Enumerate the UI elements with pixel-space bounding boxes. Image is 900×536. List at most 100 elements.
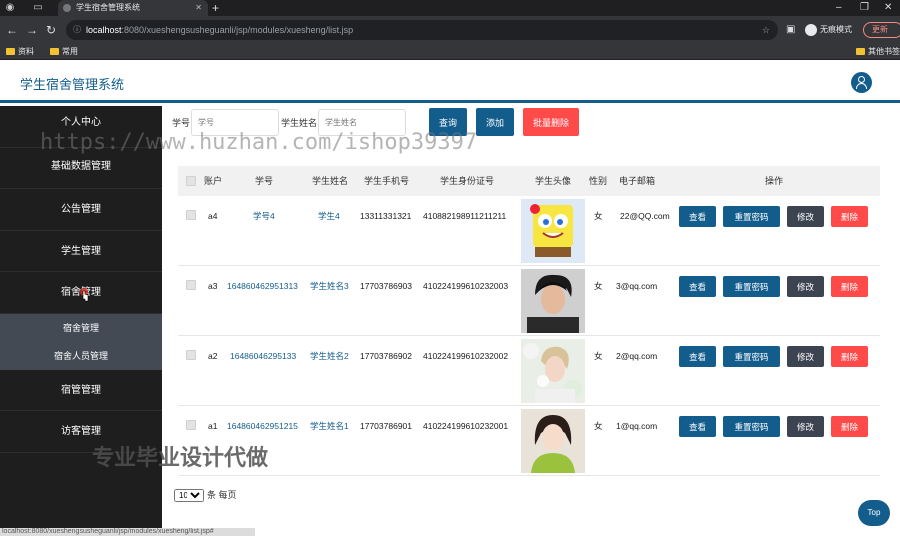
- close-window-icon[interactable]: ✕: [884, 0, 892, 16]
- sidebar-item-students[interactable]: 学生管理: [0, 231, 162, 272]
- watermark-url: https://www.huzhan.com/ishop39397: [40, 130, 478, 155]
- app-title: 学生宿舍管理系统: [20, 77, 125, 92]
- view-button[interactable]: 查看: [679, 346, 716, 367]
- cell-gender: 女: [594, 351, 603, 361]
- delete-button[interactable]: 删除: [831, 276, 868, 297]
- select-all-checkbox[interactable]: [186, 176, 196, 186]
- sidebar-item-announcements[interactable]: 公告管理: [0, 189, 162, 231]
- reload-icon[interactable]: ↻: [46, 23, 56, 37]
- reset-password-button[interactable]: 重置密码: [723, 416, 780, 437]
- cell-phone: 13311331321: [360, 211, 412, 221]
- tab-favicon-icon: [63, 4, 71, 12]
- new-tab-icon[interactable]: +: [212, 0, 219, 16]
- table-row: a2 16486046295133 学生姓名2 17703786902 4102…: [178, 336, 880, 406]
- reset-password-button[interactable]: 重置密码: [723, 346, 780, 367]
- folder-icon: [856, 48, 865, 56]
- bookmark-folder-1[interactable]: 资料: [6, 44, 34, 60]
- address-bar[interactable]: ⓘ localhost:8080/xueshengsusheguanli/jsp…: [66, 20, 778, 40]
- hand-cursor-icon: [80, 288, 89, 302]
- cell-student-id: 164860462951313: [227, 281, 298, 291]
- table-row: a3 164860462951313 学生姓名3 17703786903 410…: [178, 266, 880, 336]
- cell-gender: 女: [594, 421, 603, 431]
- edit-button[interactable]: 修改: [787, 276, 824, 297]
- browser-toolbar: ← → ↻ ⓘ localhost:8080/xueshengsusheguan…: [0, 16, 900, 44]
- delete-button[interactable]: 删除: [831, 206, 868, 227]
- header-email: 电子邮箱: [619, 176, 656, 186]
- row-checkbox[interactable]: [186, 350, 196, 360]
- minimize-icon[interactable]: –: [836, 0, 842, 16]
- tab-close-icon[interactable]: ✕: [195, 0, 202, 16]
- table-row: a4 学号4 学生4 13311331321 41088219891121121…: [178, 196, 880, 266]
- student-table: 账户 学号 学生姓名 学生手机号 学生身份证号 学生头像 性别 电子邮箱 操作 …: [178, 166, 880, 476]
- add-button[interactable]: 添加: [476, 108, 514, 136]
- cell-email: 22@QQ.com: [620, 211, 670, 221]
- delete-button[interactable]: 删除: [831, 416, 868, 437]
- other-bookmarks[interactable]: 其他书签: [856, 44, 900, 60]
- back-icon[interactable]: ←: [6, 23, 18, 37]
- header-actions: 操作: [765, 176, 784, 186]
- reset-password-button[interactable]: 重置密码: [723, 206, 780, 227]
- bookmark-folder-2[interactable]: 常用: [50, 44, 78, 60]
- maximize-icon[interactable]: ❐: [860, 0, 869, 16]
- reset-password-button[interactable]: 重置密码: [723, 276, 780, 297]
- bookmark-star-icon[interactable]: ☆: [762, 20, 770, 40]
- student-avatar-image: [521, 409, 585, 473]
- view-button[interactable]: 查看: [679, 416, 716, 437]
- table-row: a1 164860462951215 学生姓名1 17703786901 410…: [178, 406, 880, 476]
- tab-search-icon[interactable]: ▭: [32, 2, 44, 14]
- student-avatar-image: [521, 339, 585, 403]
- submenu-item-dormitory[interactable]: 宿舍管理: [0, 314, 162, 342]
- header-id-card: 学生身份证号: [440, 176, 495, 186]
- edit-button[interactable]: 修改: [787, 206, 824, 227]
- edit-button[interactable]: 修改: [787, 346, 824, 367]
- row-checkbox[interactable]: [186, 280, 196, 290]
- student-avatar-image: [521, 199, 585, 263]
- table-header: 账户 学号 学生姓名 学生手机号 学生身份证号 学生头像 性别 电子邮箱 操作: [178, 166, 880, 196]
- browser-tab[interactable]: 学生宿舍管理系统 ✕: [58, 0, 208, 16]
- cell-name: 学生姓名1: [310, 421, 349, 431]
- cell-email: 1@qq.com: [616, 421, 658, 431]
- view-button[interactable]: 查看: [679, 206, 716, 227]
- student-avatar-image: [521, 269, 585, 333]
- browser-menu-icon[interactable]: ◉: [4, 2, 16, 14]
- header-avatar: 学生头像: [535, 176, 572, 186]
- folder-icon: [50, 48, 59, 56]
- cell-phone: 17703786903: [360, 281, 413, 291]
- user-avatar-icon[interactable]: [851, 72, 872, 93]
- cell-name: 学生姓名2: [310, 351, 349, 361]
- submenu-item-dorm-members[interactable]: 宿舍人员管理: [0, 342, 162, 370]
- edit-button[interactable]: 修改: [787, 416, 824, 437]
- page-size-select[interactable]: 10: [174, 489, 204, 502]
- row-checkbox[interactable]: [186, 210, 196, 220]
- cell-student-id: 学号4: [253, 211, 275, 221]
- forward-icon[interactable]: →: [26, 23, 38, 37]
- header-student-id: 学号: [255, 176, 274, 186]
- sidebar-panel-icon[interactable]: ▣: [786, 23, 795, 37]
- student-id-label: 学号: [172, 118, 191, 128]
- batch-delete-button[interactable]: 批量删除: [523, 108, 579, 136]
- cell-name: 学生姓名3: [310, 281, 349, 291]
- tab-title: 学生宿舍管理系统: [76, 3, 140, 12]
- incognito-icon: [805, 23, 817, 36]
- student-name-label: 学生姓名: [281, 118, 318, 128]
- row-checkbox[interactable]: [186, 420, 196, 430]
- cell-email: 2@qq.com: [616, 351, 658, 361]
- sidebar-item-dorm-managers[interactable]: 宿管管理: [0, 370, 162, 411]
- cell-account: a3: [208, 281, 218, 291]
- info-icon[interactable]: ⓘ: [73, 20, 81, 40]
- cell-account: a2: [208, 351, 218, 361]
- header-phone: 学生手机号: [364, 176, 410, 186]
- cell-gender: 女: [594, 211, 603, 221]
- delete-button[interactable]: 删除: [831, 346, 868, 367]
- cell-phone: 17703786901: [360, 421, 413, 431]
- folder-icon: [6, 48, 15, 56]
- incognito-indicator[interactable]: 无痕模式: [805, 22, 852, 38]
- app-header: 学生宿舍管理系统: [0, 60, 900, 103]
- update-button[interactable]: 更新: [863, 22, 900, 38]
- cell-gender: 女: [594, 281, 603, 291]
- header-gender: 性别: [589, 176, 608, 186]
- back-to-top-button[interactable]: Top: [858, 500, 890, 526]
- browser-tab-strip: ◉ ▭ 学生宿舍管理系统 ✕ + – ❐ ✕: [0, 0, 900, 16]
- view-button[interactable]: 查看: [679, 276, 716, 297]
- cell-id-card: 410224199610232003: [423, 281, 509, 291]
